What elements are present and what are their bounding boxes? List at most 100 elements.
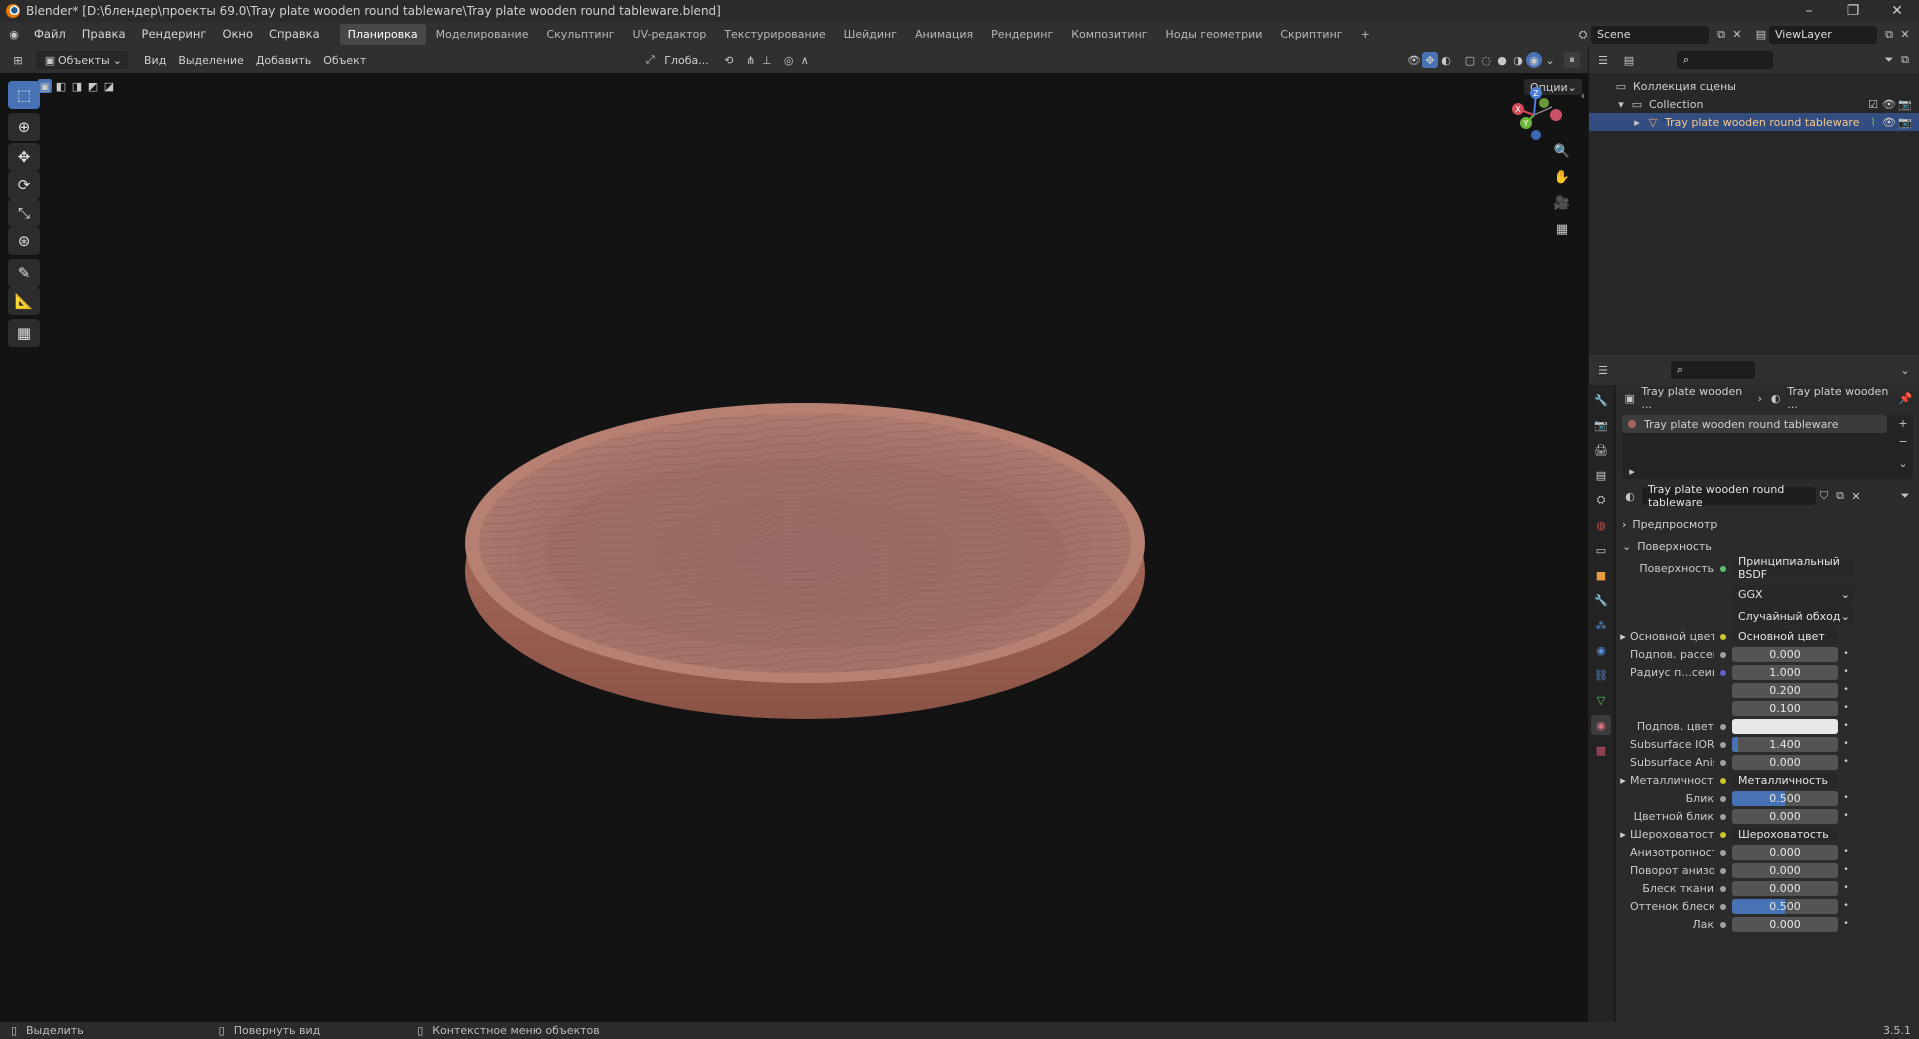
- render-camera-icon[interactable]: 📷: [1897, 96, 1913, 112]
- select-invert-icon[interactable]: ◩: [86, 79, 100, 93]
- pan-hand-icon[interactable]: ✋: [1554, 169, 1570, 185]
- menu-help[interactable]: Справка: [261, 22, 328, 47]
- menu-view[interactable]: Вид: [138, 51, 172, 69]
- view-layer-selector[interactable]: ViewLayer: [1769, 25, 1877, 44]
- outliner-search-input[interactable]: ⌕: [1677, 51, 1773, 69]
- menu-file[interactable]: Файл: [26, 22, 74, 47]
- collection-tab-icon[interactable]: ▭: [1591, 540, 1611, 560]
- bsdf-slider-field[interactable]: 0.500: [1732, 898, 1838, 914]
- scale-tool[interactable]: ⤡: [8, 199, 40, 227]
- bsdf-link-field[interactable]: Основной цвет: [1732, 628, 1838, 644]
- zoom-icon[interactable]: 🔍: [1554, 143, 1570, 159]
- bsdf-number-field[interactable]: 0.000: [1732, 808, 1838, 824]
- select-extend-icon[interactable]: ◧: [54, 79, 68, 93]
- unlink-material-icon[interactable]: ✕: [1848, 488, 1864, 504]
- material-browse-icon[interactable]: ◐: [1622, 488, 1638, 504]
- tab-scripting[interactable]: Скриптинг: [1272, 24, 1350, 45]
- socket-dot-icon[interactable]: [1714, 792, 1732, 805]
- new-view-layer-icon[interactable]: ⧉: [1881, 27, 1897, 43]
- 3d-viewport[interactable]: ▣ ◧ ◨ ◩ ◪ Опции ⌄ ⬚ ⊕ ✥ ⟳ ⤡ ⊛ ✎ 📐 ▦ Z X …: [0, 73, 1588, 1022]
- tool-tab-icon[interactable]: 🔧: [1591, 390, 1611, 410]
- bsdf-slider-field[interactable]: 0.500: [1732, 790, 1838, 806]
- socket-dot-icon[interactable]: [1714, 720, 1732, 733]
- keyframe-dot-icon[interactable]: •: [1838, 649, 1854, 659]
- expand-arrow-icon[interactable]: ▸: [1616, 828, 1630, 841]
- sidebar-toggle-icon[interactable]: ‹: [1575, 87, 1588, 103]
- keyframe-dot-icon[interactable]: •: [1838, 739, 1854, 749]
- render-camera-icon[interactable]: 📷: [1897, 114, 1913, 130]
- falloff-icon[interactable]: ∧: [797, 52, 813, 68]
- select-subtract-icon[interactable]: ◨: [70, 79, 84, 93]
- keyframe-dot-icon[interactable]: •: [1838, 757, 1854, 767]
- socket-dot-icon[interactable]: [1714, 648, 1732, 661]
- proportional-edit-icon[interactable]: ◎: [781, 52, 797, 68]
- keyframe-dot-icon[interactable]: •: [1838, 901, 1854, 911]
- socket-dot-icon[interactable]: [1714, 918, 1732, 931]
- new-scene-icon[interactable]: ⧉: [1713, 27, 1729, 43]
- slot-menu-icon[interactable]: ⌄: [1895, 455, 1911, 471]
- socket-dot-icon[interactable]: [1714, 774, 1732, 787]
- keyframe-dot-icon[interactable]: •: [1838, 667, 1854, 677]
- expand-arrow-icon[interactable]: ▸: [1624, 463, 1640, 479]
- bsdf-number-field[interactable]: 0.200: [1732, 682, 1838, 698]
- pause-render-icon[interactable]: ⏸: [1564, 52, 1580, 68]
- material-slot-item[interactable]: Tray plate wooden round tableware: [1622, 415, 1887, 433]
- keyframe-dot-icon[interactable]: •: [1838, 721, 1854, 731]
- duplicate-material-icon[interactable]: ⧉: [1832, 488, 1848, 504]
- keyframe-dot-icon[interactable]: •: [1838, 847, 1854, 857]
- scene-icon[interactable]: ⛭: [1575, 27, 1591, 43]
- bsdf-slider-field[interactable]: 1.400: [1732, 736, 1838, 752]
- object-tab-icon[interactable]: ■: [1591, 565, 1611, 585]
- editor-type-icon[interactable]: ⊞: [10, 52, 26, 68]
- bsdf-number-field[interactable]: 0.000: [1732, 880, 1838, 896]
- expand-arrow-icon[interactable]: ▸: [1616, 774, 1630, 787]
- filter-icon[interactable]: ⏷: [1881, 52, 1897, 68]
- panel-preview-header[interactable]: › Предпросмотр: [1616, 513, 1919, 535]
- outliner-row-object[interactable]: ▸ ▽ Tray plate wooden round tableware ⌇ …: [1589, 113, 1919, 131]
- snap-icon[interactable]: ⋔: [743, 52, 759, 68]
- keyframe-dot-icon[interactable]: •: [1838, 865, 1854, 875]
- xray-icon[interactable]: ▢: [1462, 52, 1478, 68]
- remove-slot-icon[interactable]: −: [1895, 433, 1911, 449]
- render-tab-icon[interactable]: 📷: [1591, 415, 1611, 435]
- tab-sculpting[interactable]: Скульптинг: [538, 24, 622, 45]
- rendered-shading-icon[interactable]: ◉: [1526, 52, 1542, 68]
- constraints-tab-icon[interactable]: ⛓: [1591, 665, 1611, 685]
- keyframe-dot-icon[interactable]: •: [1838, 703, 1854, 713]
- minimize-button[interactable]: –: [1787, 0, 1831, 22]
- tab-animation[interactable]: Анимация: [907, 24, 981, 45]
- wooden-plate-object[interactable]: [455, 403, 1155, 733]
- bsdf-number-field[interactable]: 0.000: [1732, 844, 1838, 860]
- visibility-icon[interactable]: 👁: [1406, 52, 1422, 68]
- fake-user-shield-icon[interactable]: ⛉: [1816, 488, 1832, 504]
- socket-dot-icon[interactable]: [1714, 666, 1732, 679]
- orientation-selector[interactable]: Глоба...: [658, 51, 714, 69]
- material-slot-list[interactable]: Tray plate wooden round tableware + − ⌄ …: [1622, 415, 1913, 479]
- texture-tab-icon[interactable]: ▩: [1591, 740, 1611, 760]
- menu-edit[interactable]: Правка: [74, 22, 134, 47]
- socket-dot-icon[interactable]: [1714, 828, 1732, 841]
- transform-orientation-icon[interactable]: ⤢: [642, 52, 658, 68]
- keyframe-dot-icon[interactable]: •: [1838, 685, 1854, 695]
- socket-dot-icon[interactable]: [1714, 630, 1732, 643]
- cursor-tool[interactable]: ⊕: [8, 113, 40, 141]
- surface-shader-field[interactable]: Принципиальный BSDF: [1732, 555, 1854, 581]
- tab-rendering[interactable]: Рендеринг: [983, 24, 1061, 45]
- bsdf-number-field[interactable]: 0.000: [1732, 754, 1838, 770]
- socket-dot-icon[interactable]: [1714, 864, 1732, 877]
- material-shading-icon[interactable]: ◑: [1510, 52, 1526, 68]
- bsdf-number-field[interactable]: 0.000: [1732, 646, 1838, 662]
- tab-geometry-nodes[interactable]: Ноды геометрии: [1158, 24, 1271, 45]
- annotate-tool[interactable]: ✎: [8, 259, 40, 287]
- keyframe-dot-icon[interactable]: •: [1838, 883, 1854, 893]
- exclude-checkbox-icon[interactable]: ☑: [1865, 96, 1881, 112]
- bsdf-number-field[interactable]: 0.000: [1732, 916, 1838, 932]
- scene-selector[interactable]: Scene: [1591, 25, 1709, 44]
- add-workspace-button[interactable]: +: [1353, 24, 1378, 45]
- material-name-field[interactable]: Tray plate wooden round tableware: [1642, 483, 1816, 509]
- maximize-button[interactable]: ❐: [1831, 0, 1875, 22]
- transform-tool[interactable]: ⊛: [8, 227, 40, 255]
- camera-view-icon[interactable]: 🎥: [1554, 195, 1570, 211]
- close-button[interactable]: ✕: [1875, 0, 1919, 22]
- data-tab-icon[interactable]: ▽: [1591, 690, 1611, 710]
